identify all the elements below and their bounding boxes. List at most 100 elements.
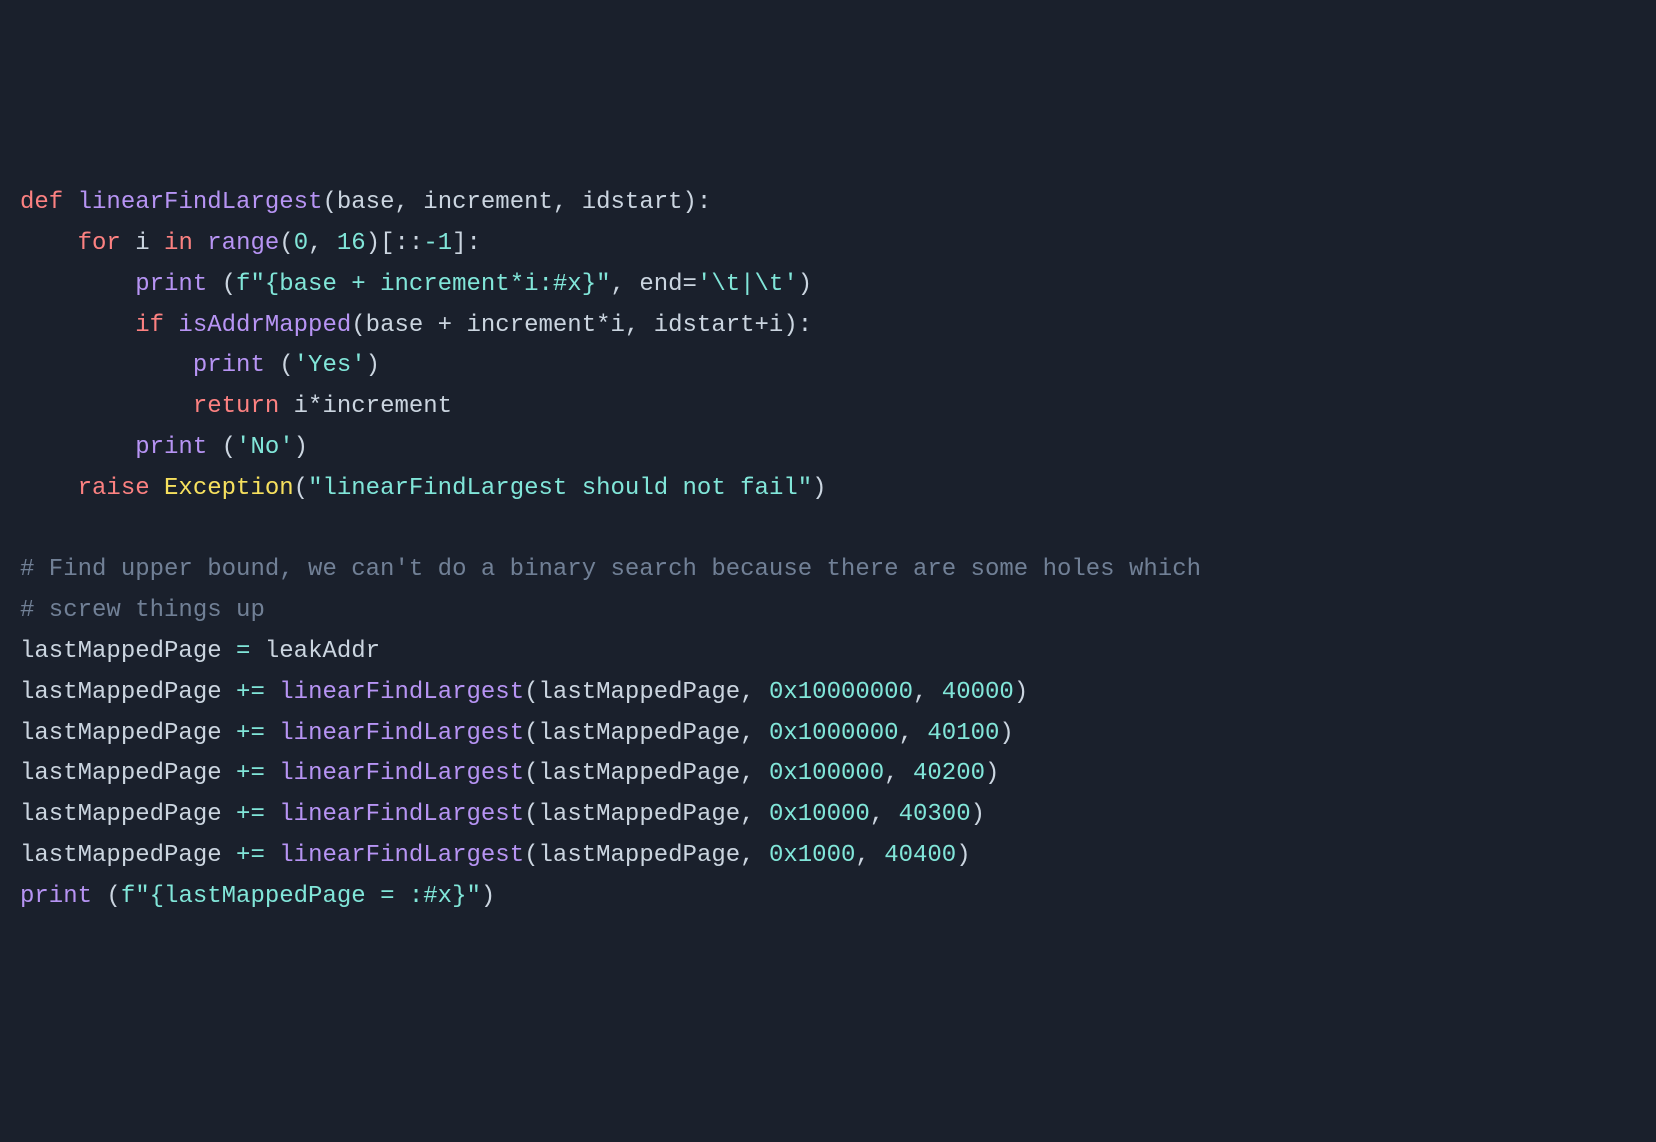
code-line-15: lastMappedPage += linearFindLargest(last…	[20, 760, 999, 787]
code-line-12: lastMappedPage = leakAddr	[20, 638, 380, 665]
code-line-13: lastMappedPage += linearFindLargest(last…	[20, 679, 1028, 706]
open-paren: (	[265, 352, 294, 379]
hex-literal: 0x1000	[769, 842, 855, 869]
code-line-7: print ('No')	[20, 434, 308, 461]
function-name: linearFindLargest	[78, 189, 323, 216]
close-paren: )	[956, 842, 970, 869]
end-string: '\t|\t'	[697, 271, 798, 298]
var-lastmappedpage: lastMappedPage	[20, 720, 236, 747]
indent	[20, 271, 135, 298]
keyword-for: for	[78, 230, 121, 257]
builtin-range: range	[193, 230, 279, 257]
number-literal: 40200	[913, 760, 985, 787]
var-lastmappedpage: lastMappedPage	[20, 760, 236, 787]
indent	[20, 230, 78, 257]
open-paren: (	[207, 434, 236, 461]
slice-open: )[::	[366, 230, 424, 257]
comma: ,	[884, 760, 913, 787]
open-args: (lastMappedPage,	[524, 679, 769, 706]
var-lastmappedpage: lastMappedPage	[20, 801, 236, 828]
indent	[20, 475, 78, 502]
plus-assign-operator: +=	[236, 720, 265, 747]
number-minus-one: -1	[423, 230, 452, 257]
keyword-if: if	[135, 312, 164, 339]
keyword-def: def	[20, 189, 63, 216]
close-paren: )	[812, 475, 826, 502]
indent	[20, 312, 135, 339]
fstring: f"{lastMappedPage = :#x}"	[121, 883, 481, 910]
keyword-in: in	[164, 230, 193, 257]
close-paren: )	[985, 760, 999, 787]
plus-assign-operator: +=	[236, 679, 265, 706]
indent	[20, 434, 135, 461]
function-call: linearFindLargest	[265, 760, 524, 787]
code-line-2: for i in range(0, 16)[::-1]:	[20, 230, 481, 257]
comma: ,	[308, 230, 337, 257]
code-line-11: # screw things up	[20, 597, 265, 624]
function-call: linearFindLargest	[265, 801, 524, 828]
params: (base, increment, idstart):	[322, 189, 711, 216]
comma: ,	[913, 679, 942, 706]
open-paren: (	[279, 230, 293, 257]
assign-operator: =	[236, 638, 250, 665]
close-paren: )	[1014, 679, 1028, 706]
close-paren: )	[481, 883, 495, 910]
number-literal: 40000	[942, 679, 1014, 706]
open-paren: (	[294, 475, 308, 502]
code-line-16: lastMappedPage += linearFindLargest(last…	[20, 801, 985, 828]
comment-line-2: # screw things up	[20, 597, 265, 624]
builtin-print: print	[20, 883, 92, 910]
number-literal: 40100	[927, 720, 999, 747]
code-line-8: raise Exception("linearFindLargest shoul…	[20, 475, 827, 502]
exception-message: "linearFindLargest should not fail"	[308, 475, 812, 502]
close-paren: )	[999, 720, 1013, 747]
comma-end: , end=	[611, 271, 697, 298]
function-call: linearFindLargest	[265, 842, 524, 869]
function-call: linearFindLargest	[265, 720, 524, 747]
plus-assign-operator: +=	[236, 801, 265, 828]
keyword-return: return	[193, 393, 279, 420]
comma: ,	[899, 720, 928, 747]
open-args: (lastMappedPage,	[524, 801, 769, 828]
indent	[20, 352, 193, 379]
code-line-6: return i*increment	[20, 393, 452, 420]
function-call: isAddrMapped	[164, 312, 351, 339]
comment-line-1: # Find upper bound, we can't do a binary…	[20, 556, 1201, 583]
function-call: linearFindLargest	[265, 679, 524, 706]
number-sixteen: 16	[337, 230, 366, 257]
hex-literal: 0x10000	[769, 801, 870, 828]
hex-literal: 0x1000000	[769, 720, 899, 747]
close-paren: )	[294, 434, 308, 461]
slice-close: ]:	[452, 230, 481, 257]
exception-class: Exception	[150, 475, 294, 502]
open-args: (lastMappedPage,	[524, 760, 769, 787]
return-expr: i*increment	[279, 393, 452, 420]
close-paren: )	[366, 352, 380, 379]
hex-literal: 0x100000	[769, 760, 884, 787]
open-args: (lastMappedPage,	[524, 842, 769, 869]
loop-var: i	[121, 230, 164, 257]
comma: ,	[855, 842, 884, 869]
close-paren: )	[971, 801, 985, 828]
builtin-print: print	[135, 434, 207, 461]
var-lastmappedpage: lastMappedPage	[20, 679, 236, 706]
open-args: (lastMappedPage,	[524, 720, 769, 747]
open-paren: (	[207, 271, 236, 298]
number-zero: 0	[294, 230, 308, 257]
code-line-4: if isAddrMapped(base + increment*i, idst…	[20, 312, 812, 339]
plus-assign-operator: +=	[236, 760, 265, 787]
indent	[20, 393, 193, 420]
args: (base + increment*i, idstart+i):	[351, 312, 812, 339]
code-line-18: print (f"{lastMappedPage = :#x}")	[20, 883, 495, 910]
code-line-3: print (f"{base + increment*i:#x}", end='…	[20, 271, 812, 298]
string-yes: 'Yes'	[294, 352, 366, 379]
var-lastmappedpage: lastMappedPage	[20, 638, 236, 665]
string-no: 'No'	[236, 434, 294, 461]
number-literal: 40300	[899, 801, 971, 828]
fstring: f"{base + increment*i:#x}"	[236, 271, 610, 298]
keyword-raise: raise	[78, 475, 150, 502]
var-lastmappedpage: lastMappedPage	[20, 842, 236, 869]
code-line-1: def linearFindLargest(base, increment, i…	[20, 189, 711, 216]
plus-assign-operator: +=	[236, 842, 265, 869]
hex-literal: 0x10000000	[769, 679, 913, 706]
